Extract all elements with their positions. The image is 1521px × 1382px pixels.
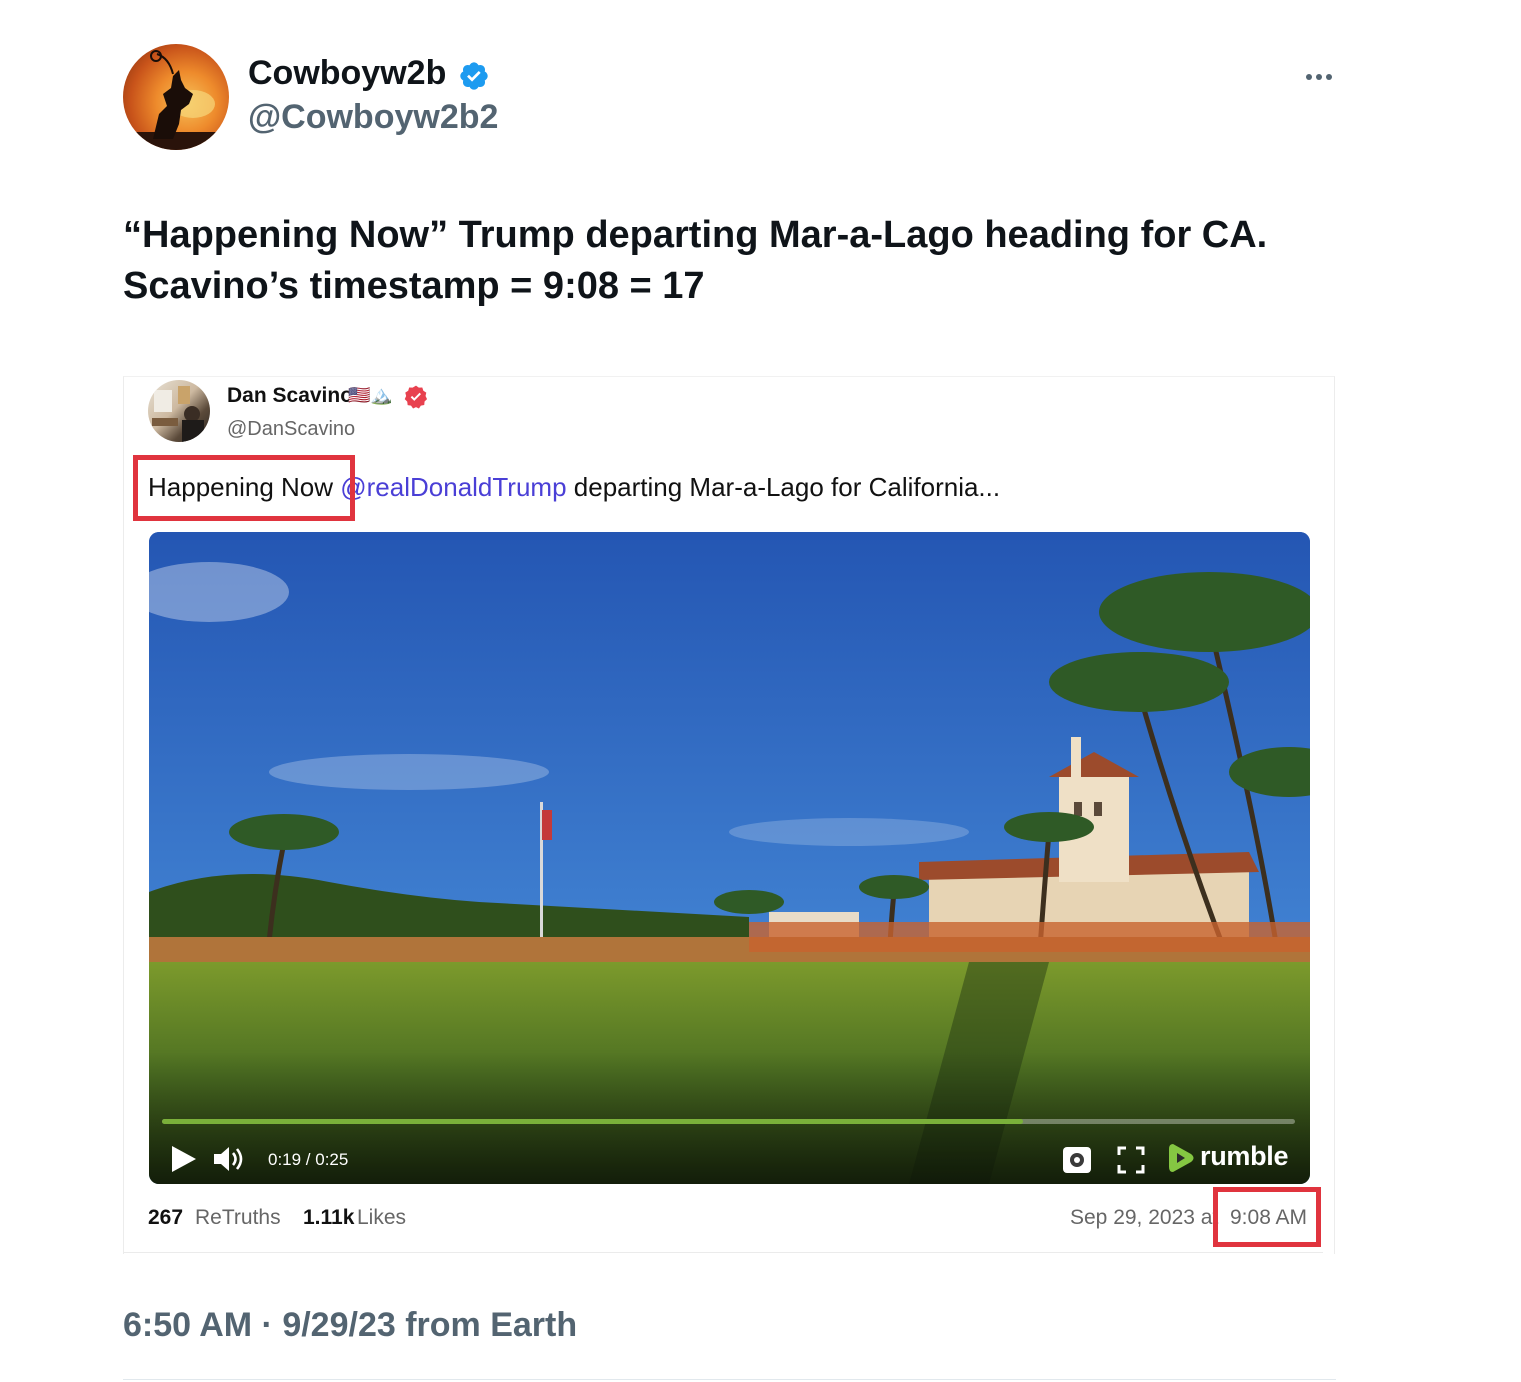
video-player[interactable] — [149, 532, 1310, 1184]
embed-text-rest: departing Mar-a-Lago for California... — [573, 472, 1001, 502]
mention-link[interactable]: @realDonaldTrump — [340, 472, 566, 502]
play-icon[interactable] — [168, 1143, 198, 1175]
truth-verified-icon — [404, 385, 428, 409]
author-avatar[interactable] — [123, 44, 229, 150]
tweet-text-line: “Happening Now” Trump departing Mar-a-La… — [123, 214, 1268, 256]
embed-author-emoji: 🇺🇸🏔️ — [348, 385, 393, 405]
embed-author-name[interactable]: Dan Scavino — [227, 384, 353, 408]
author-display-name[interactable]: Cowboyw2b — [248, 54, 446, 93]
retruths-label[interactable]: ReTruths — [195, 1206, 281, 1230]
rumble-logo-icon[interactable] — [1167, 1141, 1197, 1175]
tweet-timestamp[interactable]: 6:50 AM · 9/29/23 from Earth — [123, 1306, 577, 1345]
highlight-box — [1213, 1187, 1321, 1247]
tweet-text: “Happening Now” Trump departing Mar-a-La… — [123, 210, 1343, 312]
retruths-count[interactable]: 267 — [148, 1206, 183, 1230]
more-icon[interactable] — [1300, 62, 1338, 92]
author-handle[interactable]: @Cowboyw2b2 — [248, 98, 498, 137]
highlight-box — [133, 455, 355, 521]
rumble-logo-text[interactable]: rumble — [1200, 1141, 1289, 1172]
embed-author-handle[interactable]: @DanScavino — [227, 418, 355, 441]
embed-post-date: Sep 29, 2023 at — [1070, 1206, 1219, 1229]
volume-icon[interactable] — [212, 1144, 246, 1174]
embed-author-avatar[interactable] — [148, 380, 210, 442]
fullscreen-icon[interactable] — [1117, 1146, 1145, 1174]
likes-count[interactable]: 1.11k — [303, 1206, 354, 1230]
likes-label[interactable]: Likes — [357, 1206, 406, 1230]
divider — [123, 1252, 1323, 1253]
verified-badge-icon — [460, 62, 488, 90]
video-progress-fill — [162, 1119, 1024, 1124]
video-time: 0:19 / 0:25 — [268, 1150, 349, 1169]
divider — [123, 1379, 1336, 1380]
tweet-text-line: Scavino’s timestamp = 9:08 = 17 — [123, 265, 705, 307]
settings-icon[interactable] — [1062, 1146, 1092, 1174]
